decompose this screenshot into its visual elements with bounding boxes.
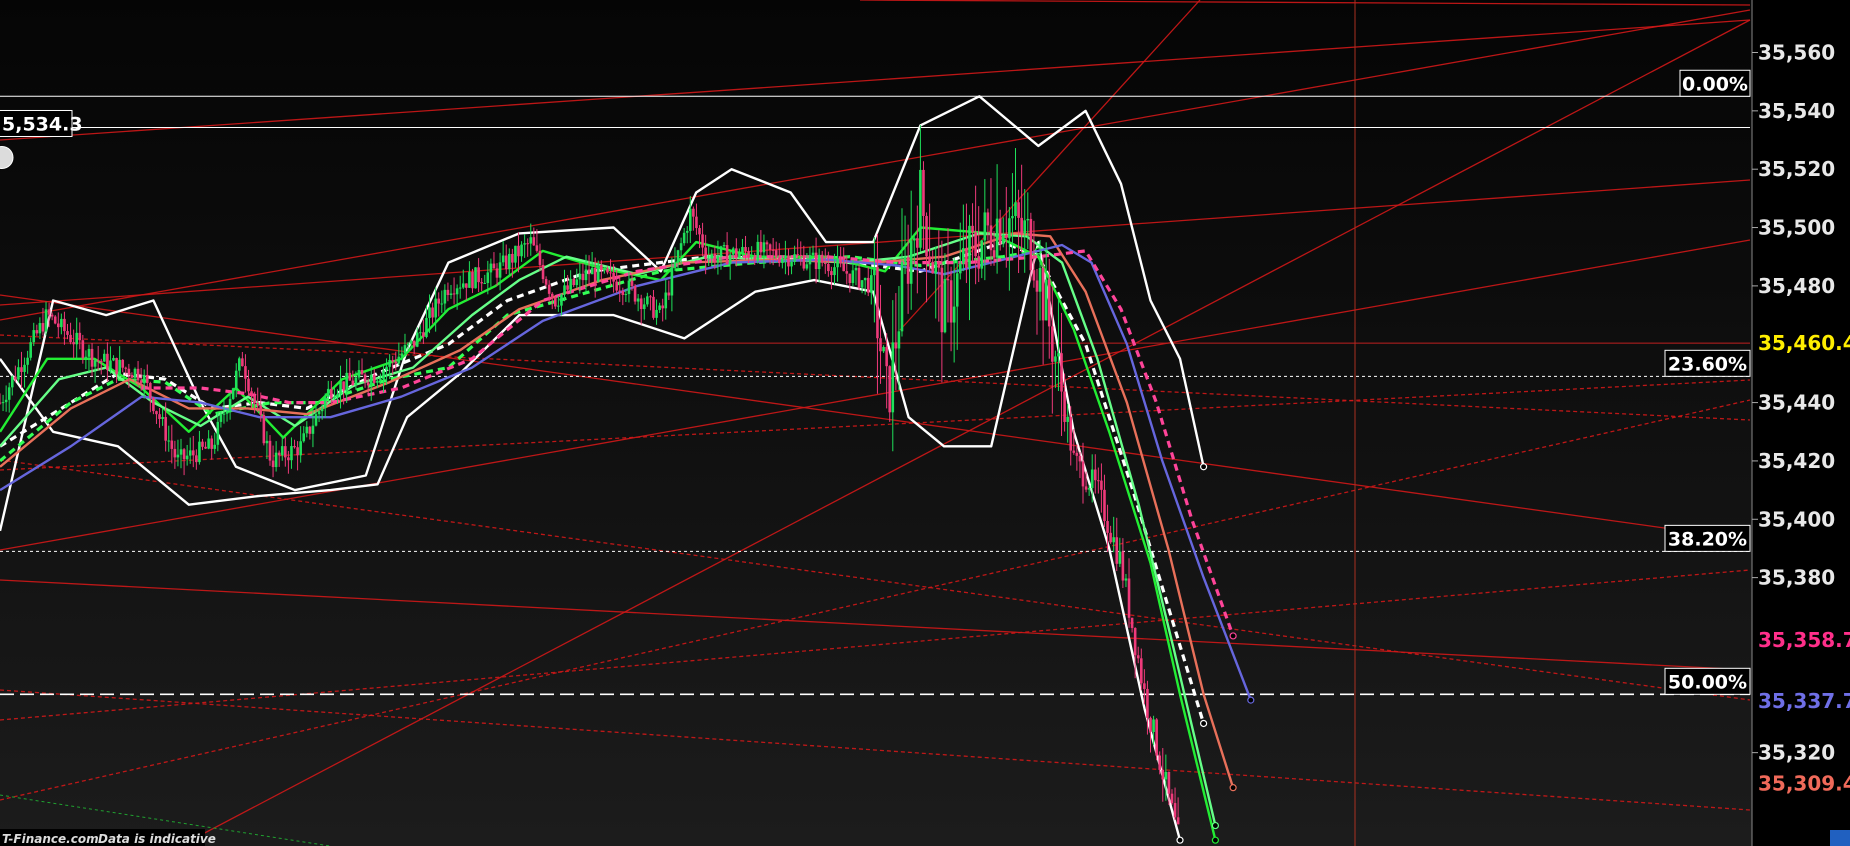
chart-container: 0.00% 23.60% 38.20% 50.00% 35,560 35,540 35,5…: [0, 0, 1850, 846]
footer-brand: T-Finance.com: [2, 832, 99, 846]
scroll-corner[interactable]: [1830, 830, 1850, 846]
footer-layer: T-Finance.com Data is indicative: [0, 829, 1850, 846]
footer-note: Data is indicative: [98, 832, 216, 846]
